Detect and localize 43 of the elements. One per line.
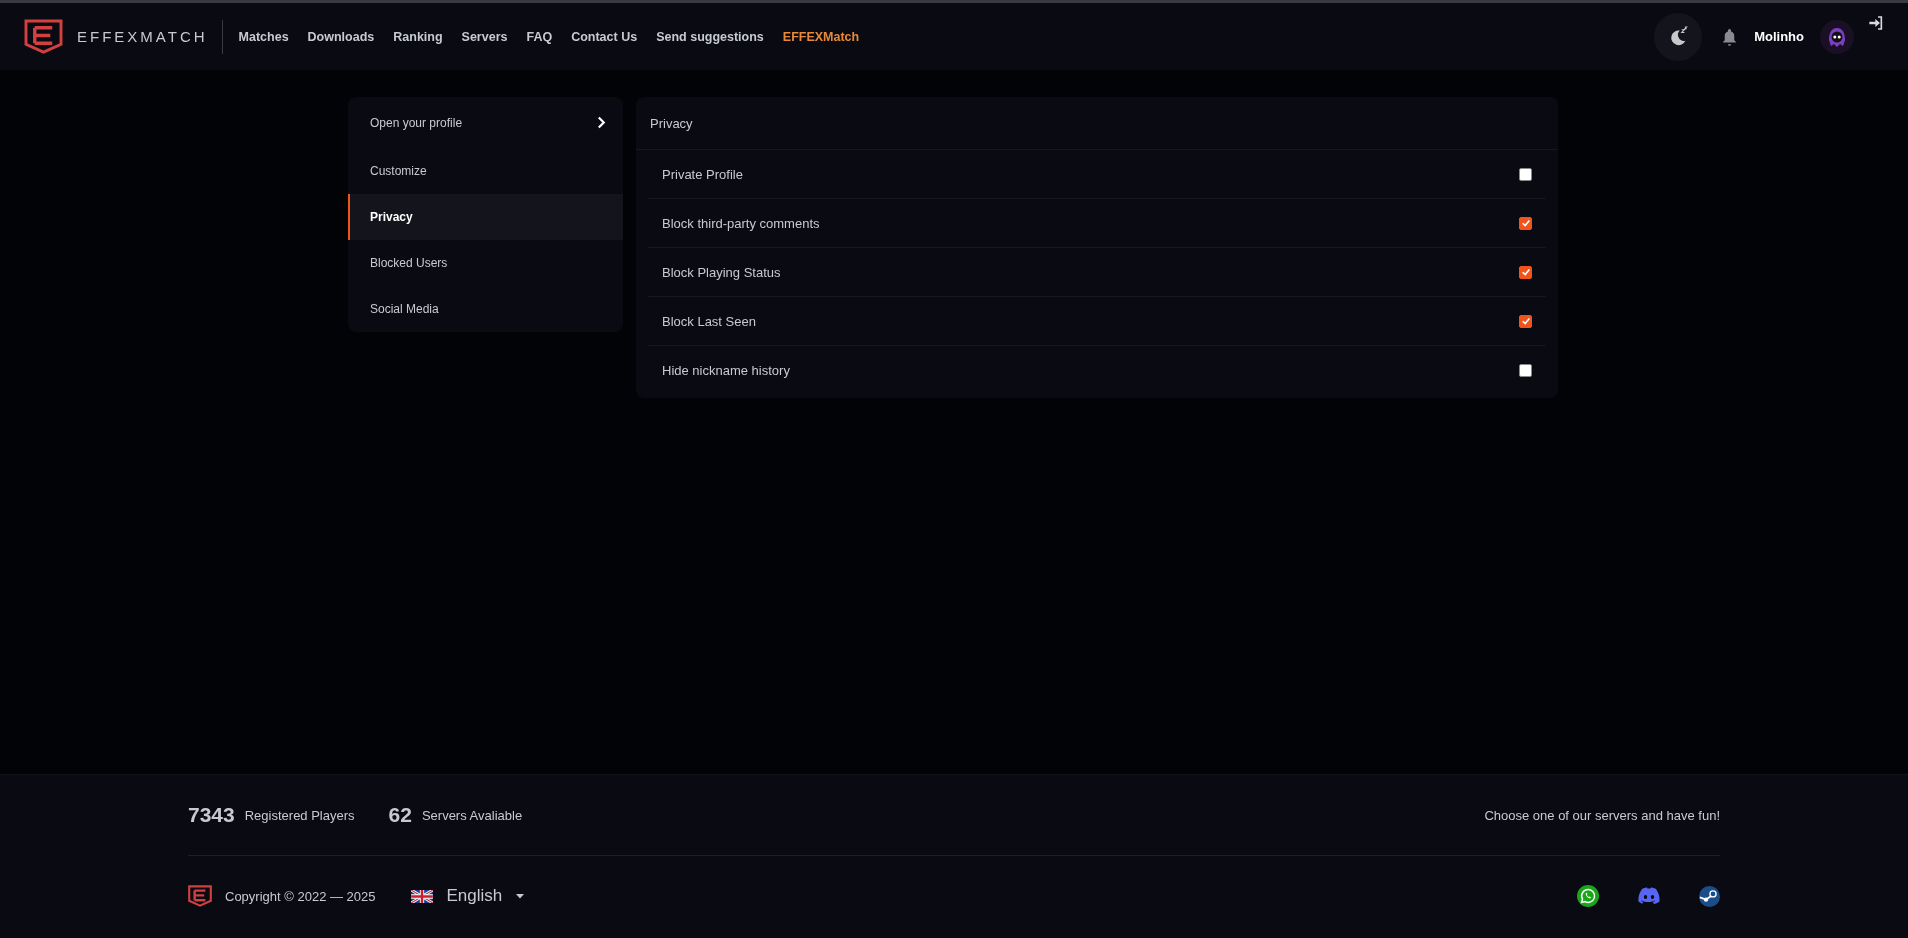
steam-icon[interactable] <box>1699 885 1720 907</box>
copyright-text: Copyright © 2022 — 2025 <box>225 888 376 904</box>
nav-link[interactable]: FAQ <box>526 29 553 44</box>
sidebar-item[interactable]: Customize <box>348 148 623 194</box>
brand-logo-icon[interactable] <box>24 19 63 54</box>
stat-value: 62 <box>388 803 412 827</box>
tagline: Choose one of our servers and have fun! <box>1484 807 1720 823</box>
caret-icon <box>516 893 525 899</box>
sign-in-icon[interactable] <box>1868 15 1884 31</box>
brand-name[interactable]: EFFEXMATCH <box>77 28 208 45</box>
nav-link[interactable]: Servers <box>461 29 508 44</box>
stat-label: Servers Avaliable <box>421 807 523 823</box>
sidebar-item[interactable]: Social Media <box>348 286 623 332</box>
discord-icon[interactable] <box>1637 887 1661 905</box>
checkbox[interactable] <box>1519 314 1532 328</box>
panel-title: Privacy <box>636 97 1558 150</box>
avatar-icon[interactable] <box>1820 19 1854 54</box>
nav-link[interactable]: Contact Us <box>571 29 638 44</box>
flag-icon <box>410 889 433 903</box>
stat-label: Registered Players <box>244 807 355 823</box>
checkbox[interactable] <box>1519 265 1532 279</box>
chevron-right-icon <box>597 116 606 129</box>
nav-link[interactable]: Ranking <box>393 29 443 44</box>
option-label: Block third-party comments <box>662 215 820 231</box>
username[interactable]: Molinho <box>1754 29 1804 44</box>
stat-value: 7343 <box>188 803 235 827</box>
language-selector[interactable]: English <box>410 886 525 906</box>
option-label: Hide nickname history <box>662 362 790 378</box>
nav-link[interactable]: Send suggestions <box>656 29 764 44</box>
checkbox[interactable] <box>1519 363 1532 377</box>
nav-link[interactable]: Downloads <box>307 29 375 44</box>
nav-link[interactable]: Matches <box>238 29 289 44</box>
option-label: Block Last Seen <box>662 313 756 329</box>
sidebar-item[interactable]: Privacy <box>348 194 623 240</box>
option-label: Block Playing Status <box>662 264 781 280</box>
checkbox[interactable] <box>1519 216 1532 230</box>
whatsapp-icon[interactable] <box>1577 885 1599 907</box>
brand-logo-icon <box>188 885 212 907</box>
sidebar-item[interactable]: Open your profile <box>348 97 623 148</box>
sidebar-item[interactable]: Blocked Users <box>348 240 623 286</box>
checkbox[interactable] <box>1519 167 1532 181</box>
option-label: Private Profile <box>662 166 743 182</box>
nav-link[interactable]: EFFEXMatch <box>782 29 860 44</box>
